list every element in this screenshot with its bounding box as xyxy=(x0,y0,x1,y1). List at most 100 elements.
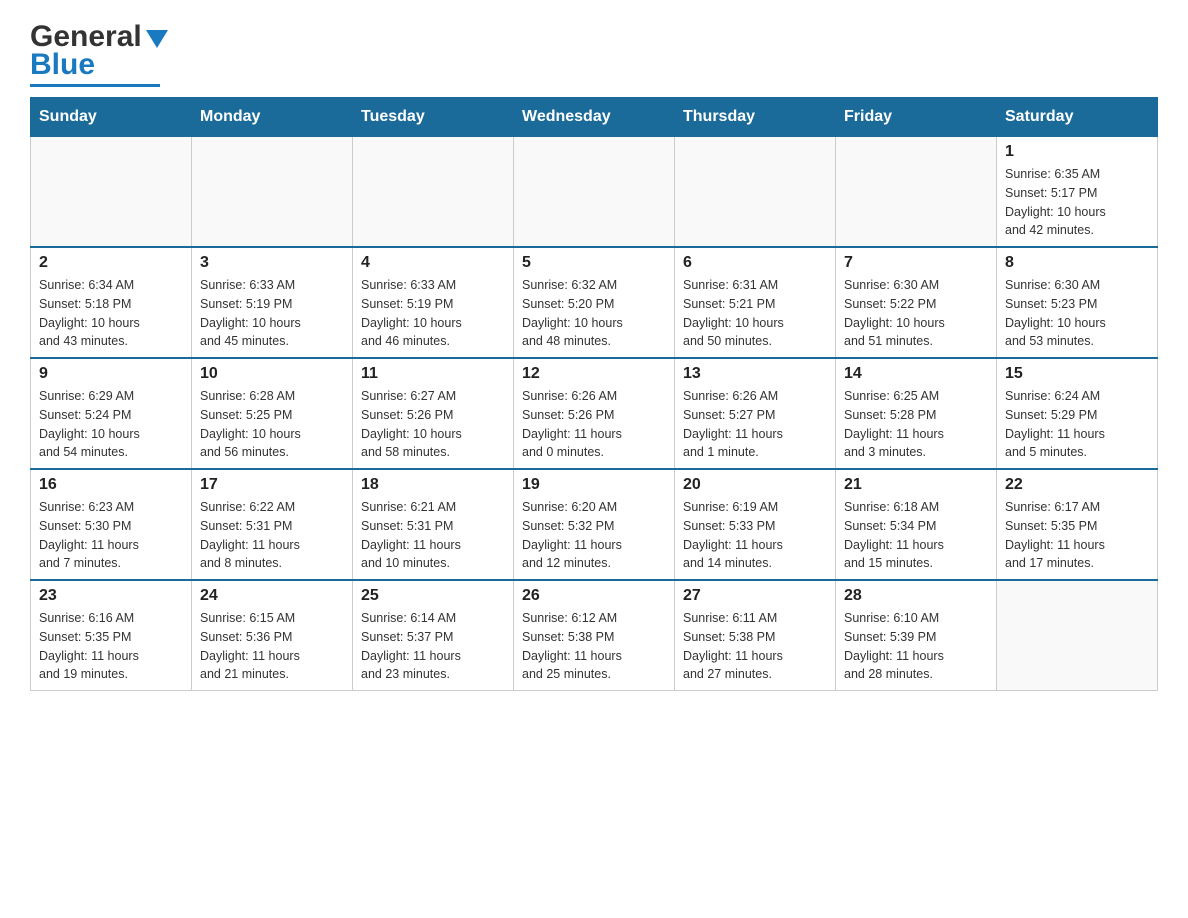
day-info: Sunrise: 6:29 AMSunset: 5:24 PMDaylight:… xyxy=(39,387,183,462)
calendar-cell: 4 Sunrise: 6:33 AMSunset: 5:19 PMDaylight… xyxy=(353,247,514,358)
day-number: 5 xyxy=(522,254,666,272)
day-info: Sunrise: 6:11 AMSunset: 5:38 PMDaylight:… xyxy=(683,609,827,684)
calendar-cell: 1 Sunrise: 6:35 AMSunset: 5:17 PMDaylight… xyxy=(997,137,1158,248)
day-info: Sunrise: 6:26 AMSunset: 5:27 PMDaylight:… xyxy=(683,387,827,462)
day-info: Sunrise: 6:22 AMSunset: 5:31 PMDaylight:… xyxy=(200,498,344,573)
day-number: 10 xyxy=(200,365,344,383)
day-number: 19 xyxy=(522,476,666,494)
calendar-cell: 8 Sunrise: 6:30 AMSunset: 5:23 PMDaylight… xyxy=(997,247,1158,358)
calendar-cell xyxy=(836,137,997,248)
weekday-wednesday: Wednesday xyxy=(514,98,675,137)
calendar-cell: 16 Sunrise: 6:23 AMSunset: 5:30 PMDayligh… xyxy=(31,469,192,580)
day-info: Sunrise: 6:31 AMSunset: 5:21 PMDaylight:… xyxy=(683,276,827,351)
day-number: 8 xyxy=(1005,254,1149,272)
weekday-friday: Friday xyxy=(836,98,997,137)
day-info: Sunrise: 6:30 AMSunset: 5:23 PMDaylight:… xyxy=(1005,276,1149,351)
day-info: Sunrise: 6:19 AMSunset: 5:33 PMDaylight:… xyxy=(683,498,827,573)
calendar-cell: 23 Sunrise: 6:16 AMSunset: 5:35 PMDayligh… xyxy=(31,580,192,691)
calendar-cell: 6Sunrise: 6:31 AMSunset: 5:21 PMDaylight… xyxy=(675,247,836,358)
calendar-cell xyxy=(514,137,675,248)
day-info: Sunrise: 6:33 AMSunset: 5:19 PMDaylight:… xyxy=(200,276,344,351)
calendar-header: SundayMondayTuesdayWednesdayThursdayFrid… xyxy=(31,98,1158,137)
day-info: Sunrise: 6:26 AMSunset: 5:26 PMDaylight:… xyxy=(522,387,666,462)
logo-blue-text: Blue xyxy=(30,48,95,82)
weekday-thursday: Thursday xyxy=(675,98,836,137)
day-number: 11 xyxy=(361,365,505,383)
day-number: 18 xyxy=(361,476,505,494)
day-number: 16 xyxy=(39,476,183,494)
day-info: Sunrise: 6:20 AMSunset: 5:32 PMDaylight:… xyxy=(522,498,666,573)
day-info: Sunrise: 6:21 AMSunset: 5:31 PMDaylight:… xyxy=(361,498,505,573)
calendar-cell: 7 Sunrise: 6:30 AMSunset: 5:22 PMDaylight… xyxy=(836,247,997,358)
day-number: 13 xyxy=(683,365,827,383)
calendar-cell: 24 Sunrise: 6:15 AMSunset: 5:36 PMDayligh… xyxy=(192,580,353,691)
day-info: Sunrise: 6:17 AMSunset: 5:35 PMDaylight:… xyxy=(1005,498,1149,573)
day-info: Sunrise: 6:16 AMSunset: 5:35 PMDaylight:… xyxy=(39,609,183,684)
day-number: 12 xyxy=(522,365,666,383)
weekday-monday: Monday xyxy=(192,98,353,137)
calendar-cell: 19 Sunrise: 6:20 AMSunset: 5:32 PMDayligh… xyxy=(514,469,675,580)
calendar-cell: 10 Sunrise: 6:28 AMSunset: 5:25 PMDayligh… xyxy=(192,358,353,469)
day-number: 3 xyxy=(200,254,344,272)
calendar-cell xyxy=(675,137,836,248)
calendar-cell: 12 Sunrise: 6:26 AMSunset: 5:26 PMDayligh… xyxy=(514,358,675,469)
calendar-cell xyxy=(353,137,514,248)
page-header: General Blue xyxy=(30,20,1158,87)
week-row-5: 23 Sunrise: 6:16 AMSunset: 5:35 PMDayligh… xyxy=(31,580,1158,691)
calendar-cell: 18 Sunrise: 6:21 AMSunset: 5:31 PMDayligh… xyxy=(353,469,514,580)
week-row-1: 1 Sunrise: 6:35 AMSunset: 5:17 PMDaylight… xyxy=(31,137,1158,248)
calendar-body: 1 Sunrise: 6:35 AMSunset: 5:17 PMDaylight… xyxy=(31,137,1158,691)
day-number: 28 xyxy=(844,587,988,605)
calendar-cell: 3 Sunrise: 6:33 AMSunset: 5:19 PMDaylight… xyxy=(192,247,353,358)
weekday-header-row: SundayMondayTuesdayWednesdayThursdayFrid… xyxy=(31,98,1158,137)
week-row-3: 9 Sunrise: 6:29 AMSunset: 5:24 PMDaylight… xyxy=(31,358,1158,469)
day-info: Sunrise: 6:18 AMSunset: 5:34 PMDaylight:… xyxy=(844,498,988,573)
day-number: 27 xyxy=(683,587,827,605)
day-number: 1 xyxy=(1005,143,1149,161)
calendar-cell: 9 Sunrise: 6:29 AMSunset: 5:24 PMDaylight… xyxy=(31,358,192,469)
calendar-cell xyxy=(192,137,353,248)
day-number: 21 xyxy=(844,476,988,494)
logo-underline xyxy=(30,84,160,87)
day-number: 23 xyxy=(39,587,183,605)
calendar-cell: 25 Sunrise: 6:14 AMSunset: 5:37 PMDayligh… xyxy=(353,580,514,691)
day-number: 14 xyxy=(844,365,988,383)
day-info: Sunrise: 6:30 AMSunset: 5:22 PMDaylight:… xyxy=(844,276,988,351)
day-number: 24 xyxy=(200,587,344,605)
calendar-cell: 2Sunrise: 6:34 AMSunset: 5:18 PMDaylight… xyxy=(31,247,192,358)
day-info: Sunrise: 6:14 AMSunset: 5:37 PMDaylight:… xyxy=(361,609,505,684)
weekday-sunday: Sunday xyxy=(31,98,192,137)
logo-triangle-icon xyxy=(146,30,168,48)
calendar-cell: 27 Sunrise: 6:11 AMSunset: 5:38 PMDayligh… xyxy=(675,580,836,691)
day-info: Sunrise: 6:15 AMSunset: 5:36 PMDaylight:… xyxy=(200,609,344,684)
day-info: Sunrise: 6:35 AMSunset: 5:17 PMDaylight:… xyxy=(1005,165,1149,240)
day-info: Sunrise: 6:27 AMSunset: 5:26 PMDaylight:… xyxy=(361,387,505,462)
calendar-cell: 5 Sunrise: 6:32 AMSunset: 5:20 PMDaylight… xyxy=(514,247,675,358)
day-info: Sunrise: 6:28 AMSunset: 5:25 PMDaylight:… xyxy=(200,387,344,462)
day-number: 7 xyxy=(844,254,988,272)
calendar-cell: 14Sunrise: 6:25 AMSunset: 5:28 PMDayligh… xyxy=(836,358,997,469)
day-number: 15 xyxy=(1005,365,1149,383)
day-info: Sunrise: 6:33 AMSunset: 5:19 PMDaylight:… xyxy=(361,276,505,351)
calendar-cell: 15Sunrise: 6:24 AMSunset: 5:29 PMDayligh… xyxy=(997,358,1158,469)
day-info: Sunrise: 6:23 AMSunset: 5:30 PMDaylight:… xyxy=(39,498,183,573)
calendar-table: SundayMondayTuesdayWednesdayThursdayFrid… xyxy=(30,97,1158,691)
day-number: 25 xyxy=(361,587,505,605)
calendar-cell xyxy=(31,137,192,248)
calendar-cell xyxy=(997,580,1158,691)
calendar-cell: 17 Sunrise: 6:22 AMSunset: 5:31 PMDayligh… xyxy=(192,469,353,580)
day-number: 22 xyxy=(1005,476,1149,494)
week-row-4: 16 Sunrise: 6:23 AMSunset: 5:30 PMDayligh… xyxy=(31,469,1158,580)
day-number: 9 xyxy=(39,365,183,383)
calendar-cell: 11 Sunrise: 6:27 AMSunset: 5:26 PMDayligh… xyxy=(353,358,514,469)
day-number: 17 xyxy=(200,476,344,494)
day-number: 20 xyxy=(683,476,827,494)
weekday-tuesday: Tuesday xyxy=(353,98,514,137)
day-number: 4 xyxy=(361,254,505,272)
day-number: 2 xyxy=(39,254,183,272)
logo: General Blue xyxy=(30,20,168,87)
day-info: Sunrise: 6:32 AMSunset: 5:20 PMDaylight:… xyxy=(522,276,666,351)
calendar-cell: 20 Sunrise: 6:19 AMSunset: 5:33 PMDayligh… xyxy=(675,469,836,580)
weekday-saturday: Saturday xyxy=(997,98,1158,137)
calendar-cell: 22 Sunrise: 6:17 AMSunset: 5:35 PMDayligh… xyxy=(997,469,1158,580)
